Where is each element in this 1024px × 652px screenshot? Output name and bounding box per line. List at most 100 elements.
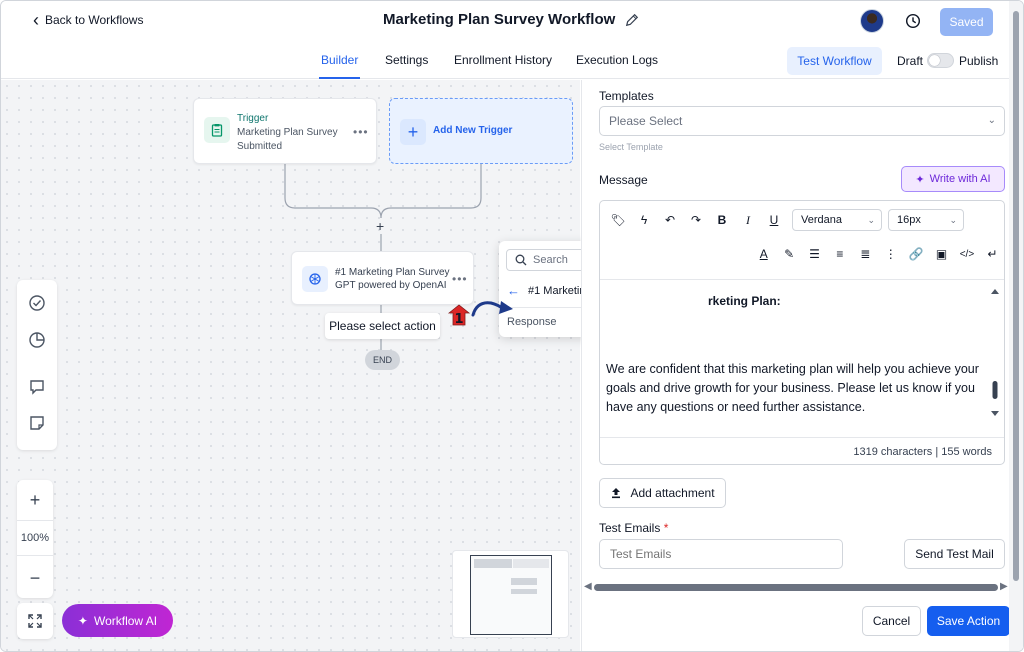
- test-workflow-button[interactable]: Test Workflow: [787, 47, 882, 75]
- highlight-icon[interactable]: ✎: [777, 242, 800, 266]
- saved-button[interactable]: Saved: [940, 8, 993, 36]
- wrap-text-icon[interactable]: ↵: [981, 242, 1004, 266]
- select-action-placeholder[interactable]: Please select action: [325, 313, 440, 339]
- upload-icon: [612, 488, 621, 499]
- add-attachment-label: Add attachment: [630, 486, 715, 500]
- popup-search-placeholder: Search: [533, 254, 568, 266]
- tag-icon[interactable]: 🏷: [606, 208, 630, 232]
- zoom-controls: + 100% −: [17, 480, 53, 598]
- test-emails-label-text: Test Emails: [599, 521, 661, 535]
- workflow-ai-label: Workflow AI: [93, 613, 158, 628]
- comment-icon[interactable]: [28, 378, 46, 396]
- zoom-out-button[interactable]: −: [17, 560, 53, 596]
- zoom-in-button[interactable]: +: [17, 482, 53, 518]
- underline-icon[interactable]: U: [762, 208, 786, 232]
- font-family-select[interactable]: Verdana ⌄: [792, 209, 882, 231]
- templates-label: Templates: [599, 89, 654, 103]
- write-ai-label: Write with AI: [929, 173, 991, 185]
- avatar[interactable]: [860, 9, 884, 33]
- font-size-select[interactable]: 16px ⌄: [888, 209, 964, 231]
- required-mark: *: [663, 521, 669, 535]
- minimap-viewport[interactable]: [470, 555, 552, 635]
- minimap-node: [474, 559, 512, 568]
- chevron-down-icon: ⌄: [949, 215, 957, 225]
- align-icon[interactable]: ≣: [854, 242, 877, 266]
- save-action-button[interactable]: Save Action: [927, 606, 1010, 636]
- tab-execution-logs[interactable]: Execution Logs: [576, 53, 658, 67]
- more-icon[interactable]: •••: [353, 125, 369, 139]
- step-badge-number: 1: [454, 312, 463, 326]
- sparkles-icon: ✦: [915, 173, 925, 186]
- redo-icon[interactable]: ↷: [684, 208, 708, 232]
- scroll-left-icon[interactable]: ◀: [584, 581, 592, 592]
- search-icon: [515, 254, 527, 266]
- end-node: END: [365, 350, 400, 370]
- sticky-note-icon[interactable]: [28, 414, 46, 432]
- pie-chart-icon[interactable]: [28, 331, 46, 349]
- pencil-icon[interactable]: [625, 13, 639, 27]
- workflow-canvas[interactable]: Trigger Marketing Plan Survey Submitted …: [1, 80, 580, 651]
- editor-heading: rketing Plan:: [708, 294, 781, 308]
- link-icon[interactable]: 🔗: [904, 242, 927, 266]
- code-icon[interactable]: </>: [955, 242, 978, 266]
- gpt-action-node[interactable]: #1 Marketing Plan Survey GPT powered by …: [291, 251, 474, 305]
- trigger-label: Trigger: [237, 113, 269, 124]
- font-family-value: Verdana: [801, 214, 842, 226]
- scroll-right-icon[interactable]: ▶: [1000, 581, 1008, 592]
- fit-view-button[interactable]: [17, 603, 53, 639]
- lightning-icon[interactable]: ϟ: [632, 208, 656, 232]
- minimap-node: [511, 589, 537, 594]
- undo-icon[interactable]: ↶: [658, 208, 682, 232]
- tab-settings[interactable]: Settings: [385, 53, 428, 67]
- trigger-node[interactable]: Trigger Marketing Plan Survey Submitted …: [193, 98, 377, 164]
- image-icon[interactable]: ▣: [930, 242, 953, 266]
- chevron-down-icon: ⌄: [867, 215, 875, 225]
- editor-toolbar-row-1: 🏷 ϟ ↶ ↷ B I U Verdana ⌄ 16px ⌄: [600, 203, 1004, 237]
- bullet-list-icon[interactable]: ☰: [803, 242, 826, 266]
- workflow-ai-button[interactable]: ✦ Workflow AI: [62, 604, 173, 637]
- openai-icon: [302, 266, 328, 292]
- italic-icon[interactable]: I: [736, 208, 760, 232]
- more-vertical-icon[interactable]: ⋮: [879, 242, 902, 266]
- numbered-list-icon[interactable]: ≡: [828, 242, 851, 266]
- back-to-workflows-link[interactable]: ‹ Back to Workflows: [33, 10, 144, 30]
- window-scroll-thumb[interactable]: [1013, 11, 1019, 581]
- workflow-title: Marketing Plan Survey Workflow: [383, 11, 639, 28]
- history-icon[interactable]: [904, 12, 922, 30]
- add-attachment-button[interactable]: Add attachment: [599, 478, 726, 508]
- editor-scrollbar[interactable]: [990, 288, 1000, 428]
- tabs-bar: Builder Settings Enrollment History Exec…: [1, 43, 1023, 79]
- check-circle-icon[interactable]: [28, 294, 46, 312]
- test-emails-input[interactable]: [599, 539, 843, 569]
- cancel-button[interactable]: Cancel: [862, 606, 921, 636]
- text-color-icon[interactable]: A: [752, 242, 775, 266]
- arrow-left-icon: ←: [507, 283, 520, 298]
- panel-horizontal-scrollbar[interactable]: ◀ ▶: [582, 580, 1012, 594]
- templates-hint: Select Template: [599, 142, 663, 152]
- bold-icon[interactable]: B: [710, 208, 734, 232]
- minimap-node: [513, 559, 549, 568]
- more-icon[interactable]: •••: [452, 272, 468, 286]
- publish-toggle[interactable]: [927, 53, 954, 68]
- add-step-plus-icon[interactable]: +: [376, 218, 384, 234]
- write-with-ai-button[interactable]: ✦ Write with AI: [901, 166, 1005, 192]
- scroll-thumb[interactable]: [594, 584, 998, 591]
- tab-builder[interactable]: Builder: [318, 53, 361, 79]
- trigger-name: Marketing Plan Survey Submitted: [237, 127, 338, 152]
- templates-placeholder: Please Select: [609, 114, 683, 128]
- window-vertical-scrollbar[interactable]: [1009, 1, 1023, 651]
- send-test-mail-button[interactable]: Send Test Mail: [904, 539, 1005, 569]
- minimap[interactable]: [452, 550, 569, 638]
- test-emails-label: Test Emails *: [599, 521, 668, 535]
- templates-select[interactable]: Please Select ⌄: [599, 106, 1005, 136]
- action-node-name: #1 Marketing Plan Survey GPT powered by …: [335, 267, 450, 291]
- chevron-left-icon: ‹: [33, 10, 39, 30]
- header: ‹ Back to Workflows Marketing Plan Surve…: [1, 1, 1023, 43]
- font-size-value: 16px: [897, 214, 921, 226]
- editor-content[interactable]: rketing Plan: We are confident that this…: [600, 279, 1004, 437]
- tab-enrollment-history[interactable]: Enrollment History: [454, 53, 552, 67]
- workflow-title-text: Marketing Plan Survey Workflow: [383, 11, 616, 28]
- add-new-trigger-button[interactable]: + Add New Trigger: [389, 98, 573, 164]
- canvas-tools: [17, 280, 57, 450]
- back-label: Back to Workflows: [45, 13, 144, 27]
